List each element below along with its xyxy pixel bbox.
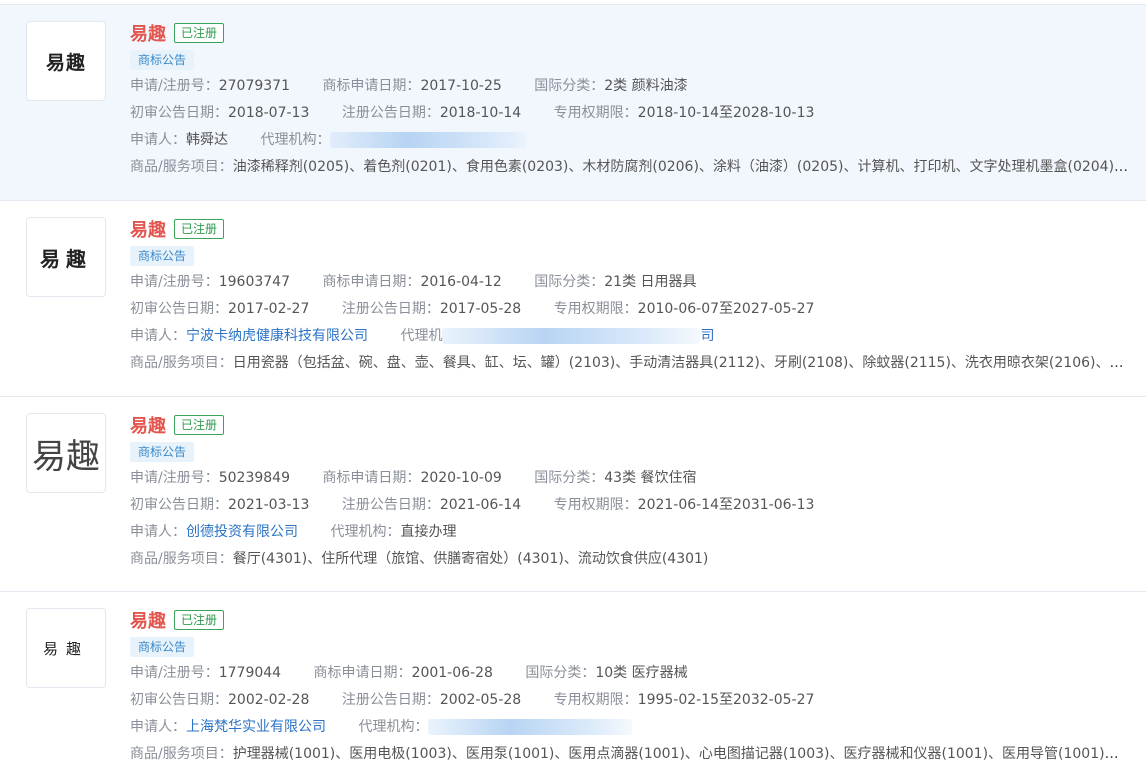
trademark-name[interactable]: 易趣 (130, 20, 166, 46)
prelim-date-value: 2021-03-13 (228, 497, 310, 513)
goods-value: 油漆稀释剂(0205)、着色剂(0201)、食用色素(0203)、木材防腐剂(0… (232, 159, 1130, 175)
applicant-link[interactable]: 宁波卡纳虎健康科技有限公司 (186, 328, 368, 344)
trademark-logo[interactable]: 易趣 (26, 217, 106, 297)
apply-date-value: 2020-10-09 (420, 470, 502, 486)
prelim-date-label: 初审公告日期： (130, 692, 228, 708)
intl-class-label: 国际分类： (534, 78, 605, 94)
apply-date-label: 商标申请日期： (322, 274, 421, 290)
trademark-name[interactable]: 易趣 (130, 607, 166, 633)
redacted-agency (442, 328, 701, 344)
prelim-date-label: 初审公告日期： (130, 105, 228, 121)
exclusive-period-value: 2021-06-14至2031-06-13 (637, 497, 815, 513)
agency-value: 直接办理 (400, 524, 457, 540)
reg-no-label: 申请/注册号： (130, 274, 219, 290)
apply-date-value: 2017-10-25 (420, 78, 502, 94)
reg-date-value: 2021-06-14 (439, 497, 522, 513)
intl-class-value: 21类 日用器具 (604, 274, 697, 290)
reg-date-label: 注册公告日期： (341, 301, 440, 317)
intl-class-label: 国际分类： (534, 470, 605, 486)
apply-date-value: 2001-06-28 (411, 665, 493, 681)
applicant-link[interactable]: 创德投资有限公司 (186, 524, 298, 540)
reg-date-label: 注册公告日期： (341, 497, 440, 513)
apply-date-value: 2016-04-12 (420, 274, 502, 290)
exclusive-period-value: 2010-06-07至2027-05-27 (637, 301, 815, 317)
applicant-label: 申请人： (130, 328, 186, 344)
intl-class-value: 10类 医疗器械 (595, 665, 688, 681)
trademark-card[interactable]: 易趣 易趣 已注册 商标公告 申请/注册号：19603747 商标申请日期：20… (0, 200, 1146, 396)
reg-date-label: 注册公告日期： (341, 105, 440, 121)
trademark-card[interactable]: 易趣 易趣 已注册 商标公告 申请/注册号：27079371 商标申请日期：20… (0, 4, 1146, 200)
applicant-label: 申请人： (130, 524, 186, 540)
exclusive-period-value: 1995-02-15至2032-05-27 (637, 692, 815, 708)
reg-no-label: 申请/注册号： (130, 470, 219, 486)
trademark-card[interactable]: 易趣 易趣 已注册 商标公告 申请/注册号：1779044 商标申请日期：200… (0, 591, 1146, 771)
prelim-date-value: 2017-02-27 (228, 301, 310, 317)
announcement-tag[interactable]: 商标公告 (130, 637, 195, 657)
applicant-value: 韩舜达 (186, 132, 228, 148)
reg-date-value: 2017-05-28 (439, 301, 522, 317)
goods-label: 商品/服务项目： (130, 551, 233, 567)
status-badge: 已注册 (174, 23, 225, 43)
status-badge: 已注册 (174, 610, 225, 630)
intl-class-value: 2类 颜料油漆 (604, 78, 688, 94)
status-badge: 已注册 (174, 415, 225, 435)
goods-value: 餐厅(4301)、住所代理（旅馆、供膳寄宿处）(4301)、流动饮食供应(430… (232, 551, 709, 567)
agency-label: 代理机 (400, 328, 443, 344)
intl-class-value: 43类 餐饮住宿 (604, 470, 697, 486)
reg-date-label: 注册公告日期： (341, 692, 440, 708)
reg-no-value: 27079371 (218, 78, 290, 94)
exclusive-period-label: 专用权期限： (553, 497, 638, 513)
applicant-label: 申请人： (130, 132, 186, 148)
trademark-logo[interactable]: 易趣 (26, 413, 106, 493)
redacted-agency (330, 132, 527, 148)
prelim-date-value: 2002-02-28 (228, 692, 310, 708)
reg-no-label: 申请/注册号： (130, 78, 219, 94)
applicant-label: 申请人： (130, 719, 186, 735)
prelim-date-label: 初审公告日期： (130, 301, 228, 317)
reg-date-value: 2018-10-14 (439, 105, 522, 121)
apply-date-label: 商标申请日期： (313, 665, 412, 681)
trademark-card[interactable]: 易趣 易趣 已注册 商标公告 申请/注册号：50239849 商标申请日期：20… (0, 396, 1146, 592)
intl-class-label: 国际分类： (534, 274, 605, 290)
trademark-result-list: 易趣 易趣 已注册 商标公告 申请/注册号：27079371 商标申请日期：20… (0, 0, 1146, 771)
prelim-date-value: 2018-07-13 (228, 105, 310, 121)
exclusive-period-value: 2018-10-14至2028-10-13 (637, 105, 815, 121)
trademark-logo[interactable]: 易趣 (26, 21, 106, 101)
apply-date-label: 商标申请日期： (322, 470, 421, 486)
announcement-tag[interactable]: 商标公告 (130, 442, 195, 462)
intl-class-label: 国际分类： (525, 665, 596, 681)
agency-label: 代理机构： (330, 524, 401, 540)
goods-label: 商品/服务项目： (130, 159, 233, 175)
goods-value: 日用瓷器（包括盆、碗、盘、壶、餐具、缸、坛、罐）(2103)、手动清洁器具(21… (232, 355, 1130, 371)
trademark-logo[interactable]: 易趣 (26, 608, 106, 688)
reg-no-label: 申请/注册号： (130, 665, 219, 681)
goods-label: 商品/服务项目： (130, 746, 233, 762)
goods-label: 商品/服务项目： (130, 355, 233, 371)
status-badge: 已注册 (174, 219, 225, 239)
exclusive-period-label: 专用权期限： (553, 301, 638, 317)
reg-date-value: 2002-05-28 (439, 692, 522, 708)
exclusive-period-label: 专用权期限： (553, 692, 638, 708)
reg-no-value: 1779044 (218, 665, 282, 681)
trademark-name[interactable]: 易趣 (130, 216, 166, 242)
agency-label: 代理机构： (260, 132, 331, 148)
agency-link[interactable]: 司 (700, 328, 714, 344)
apply-date-label: 商标申请日期： (322, 78, 421, 94)
applicant-link[interactable]: 上海梵华实业有限公司 (186, 719, 326, 735)
reg-no-value: 50239849 (218, 470, 290, 486)
announcement-tag[interactable]: 商标公告 (130, 246, 195, 266)
goods-value: 护理器械(1001)、医用电极(1003)、医用泵(1001)、医用点滴器(10… (232, 746, 1130, 762)
announcement-tag[interactable]: 商标公告 (130, 50, 195, 70)
trademark-name[interactable]: 易趣 (130, 412, 166, 438)
agency-label: 代理机构： (358, 719, 429, 735)
exclusive-period-label: 专用权期限： (553, 105, 638, 121)
reg-no-value: 19603747 (218, 274, 290, 290)
prelim-date-label: 初审公告日期： (130, 497, 228, 513)
redacted-agency (428, 719, 633, 735)
